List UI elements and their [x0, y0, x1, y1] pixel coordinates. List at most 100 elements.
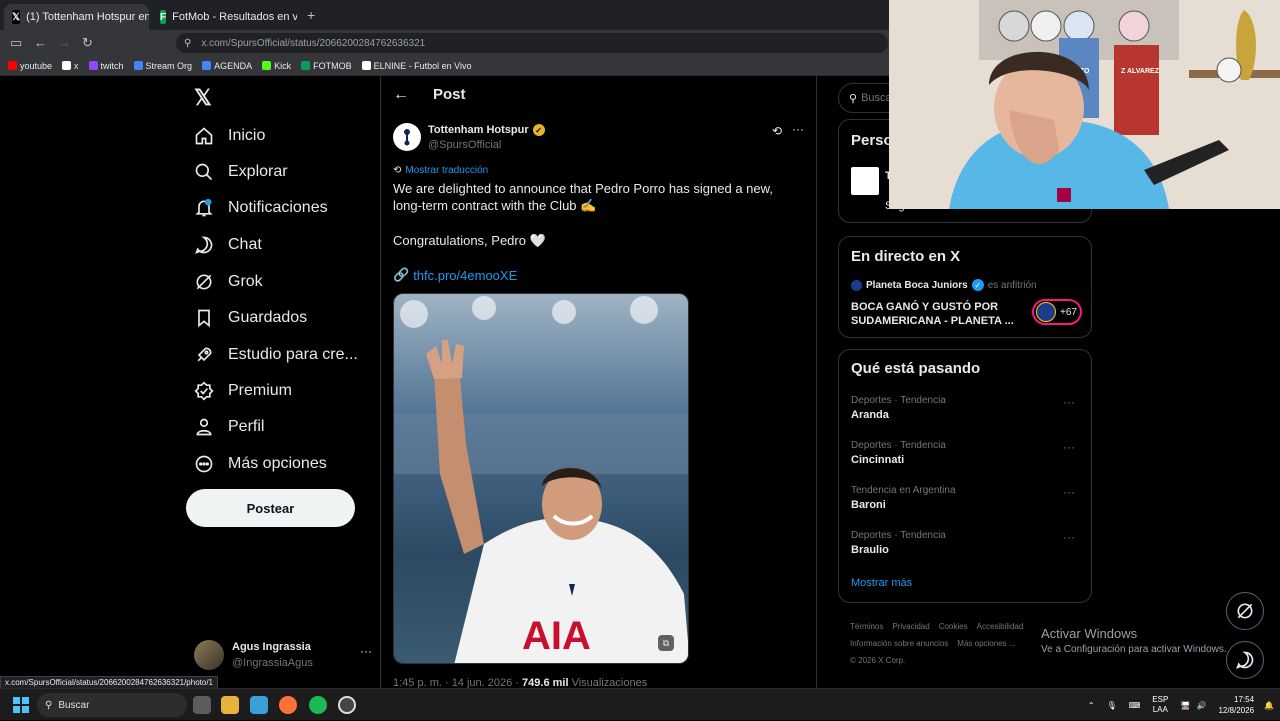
notepad-icon[interactable] [250, 696, 268, 714]
suggestion-avatar[interactable] [851, 167, 879, 195]
bookmark-x[interactable]: x [62, 61, 79, 71]
site-info-icon[interactable]: ⚲ [184, 38, 191, 49]
new-tab-button[interactable]: + [307, 7, 315, 23]
forward-icon[interactable]: → [58, 35, 71, 50]
grok-icon: ⟲ [393, 165, 402, 176]
microphone-icon[interactable]: 🎙 [1107, 701, 1117, 710]
back-arrow-icon[interactable]: ← [393, 86, 409, 104]
sidebar-item-estudio[interactable]: Estudio para cre... [194, 341, 358, 369]
more-icon[interactable]: ··· [1063, 440, 1075, 454]
bookmark-agenda[interactable]: AGENDA [202, 61, 252, 71]
trend-item[interactable]: Deportes · Tendencia Cincinnati ··· [851, 440, 1081, 474]
post-button[interactable]: Postear [186, 489, 355, 527]
windows-start-icon[interactable] [13, 697, 29, 713]
sidebar-item-notificaciones[interactable]: Notificaciones [194, 194, 328, 222]
x-logo-icon[interactable]: 𝕏 [194, 85, 212, 111]
author-avatar[interactable] [393, 123, 421, 151]
footer-link[interactable]: Términos [850, 622, 883, 631]
firefox-icon[interactable] [279, 696, 297, 714]
back-icon[interactable]: ← [34, 35, 47, 50]
more-circle-icon [195, 455, 213, 473]
host-name: Planeta Boca Juniors [866, 279, 968, 291]
obs-icon[interactable] [338, 696, 356, 714]
fotmob-icon [301, 61, 311, 70]
sidebar-item-guardados[interactable]: Guardados [194, 304, 307, 332]
footer-link[interactable]: Accesibilidad [977, 622, 1024, 631]
footer-link[interactable]: Cookies [939, 622, 968, 631]
notifications-icon[interactable]: 🔔 [1264, 701, 1274, 710]
sidebar-item-chat[interactable]: Chat [194, 231, 262, 259]
bookmark-elnine[interactable]: ELNINE - Futbol en Vivo [361, 61, 471, 71]
post-photo[interactable]: AIA ⧉ [393, 293, 689, 664]
sidebar-item-inicio[interactable]: Inicio [194, 122, 265, 150]
home-icon [195, 127, 213, 145]
chat-icon [1236, 651, 1254, 669]
author-name: Tottenham Hotspur [428, 124, 529, 136]
verified-badge-icon: ✓ [532, 124, 545, 136]
kick-icon [262, 61, 272, 70]
poster-text: Z ALVAREZ [1121, 68, 1160, 75]
taskbar-search[interactable]: ⚲ Buscar [37, 693, 187, 717]
footer-link[interactable]: Información sobre anuncios [850, 639, 948, 648]
bookmark-youtube[interactable]: youtube [8, 61, 52, 71]
bookmark-fotmob[interactable]: FOTMOB [301, 61, 352, 71]
network-icon[interactable]: 🖥 [1180, 701, 1190, 710]
grok-float-button[interactable] [1226, 592, 1264, 630]
author-handle[interactable]: @SpursOfficial [428, 139, 501, 151]
show-more-link[interactable]: Mostrar más [851, 577, 912, 589]
bell-icon [195, 198, 213, 217]
spotify-icon[interactable] [309, 696, 327, 714]
reload-icon[interactable]: ↻ [82, 35, 93, 51]
more-icon[interactable]: ··· [360, 644, 372, 658]
task-view-icon[interactable] [193, 696, 211, 714]
live-stream-title[interactable]: BOCA GANÓ Y GUSTÓ POR SUDAMERICANA - PLA… [851, 300, 1021, 328]
trend-item[interactable]: Tendencia en Argentina Baroni ··· [851, 485, 1081, 519]
clock[interactable]: 17:54 12/8/2026 [1218, 694, 1254, 716]
sidebar-item-premium[interactable]: Premium [194, 377, 292, 405]
more-icon[interactable]: ··· [792, 122, 804, 136]
file-explorer-icon[interactable] [221, 696, 239, 714]
trend-item[interactable]: Deportes · Tendencia Aranda ··· [851, 395, 1081, 429]
sidebar-item-mas-opciones[interactable]: Más opciones [194, 450, 327, 478]
webcam-overlay: ENZO Z ALVAREZ [889, 0, 1280, 209]
trend-item[interactable]: Deportes · Tendencia Braulio ··· [851, 530, 1081, 564]
messages-float-button[interactable] [1226, 641, 1264, 679]
browser-tab[interactable]: F FotMob - Resultados en vivo de ✕ [152, 4, 297, 30]
live-card: En directo en X Planeta Boca Juniors ✓ e… [838, 236, 1092, 338]
listener-avatar [1036, 302, 1056, 322]
account-switcher[interactable]: Agus Ingrassia @IngrassiaAgus ··· [194, 636, 372, 672]
keyboard-icon[interactable]: ⌨ [1129, 701, 1141, 710]
post-link[interactable]: 🔗 thfc.pro/4emooXE [393, 267, 517, 283]
chevron-up-icon[interactable]: ⌃ [1088, 701, 1095, 710]
url-text: x.com/SpursOfficial/status/2066200284762… [201, 37, 426, 49]
grok-icon[interactable]: ⟲ [772, 124, 782, 138]
live-listeners-badge[interactable]: +67 [1032, 299, 1082, 325]
tab-title: (1) Tottenham Hotspur en X: "W [26, 11, 149, 23]
language-indicator[interactable]: ESP LAA [1152, 695, 1168, 715]
more-icon[interactable]: ··· [1063, 395, 1075, 409]
x-logo-icon [62, 61, 72, 70]
sidebar-item-grok[interactable]: Grok [194, 268, 263, 296]
sidebar-item-explorar[interactable]: Explorar [194, 158, 288, 186]
sidebar-nav: 𝕏 Inicio Explorar Notificaciones Chat Gr… [186, 76, 380, 688]
live-host[interactable]: Planeta Boca Juniors ✓ es anfitrión [851, 279, 1037, 291]
card-title: Qué está pasando [851, 360, 981, 377]
bookmark-twitch[interactable]: twitch [88, 61, 124, 71]
bookmark-stream-org[interactable]: Stream Org [133, 61, 192, 71]
search-icon: ⚲ [849, 92, 858, 105]
author-name-link[interactable]: Tottenham Hotspur ✓ [428, 124, 545, 136]
footer-link[interactable]: Más opciones ... [957, 639, 1015, 648]
webcam-feed: ENZO Z ALVAREZ [889, 0, 1280, 209]
bookmark-kick[interactable]: Kick [262, 61, 291, 71]
sidebar-item-perfil[interactable]: Perfil [194, 413, 264, 441]
footer-link[interactable]: Privacidad [892, 622, 929, 631]
volume-icon[interactable]: 🔊 [1196, 701, 1206, 710]
youtube-icon [8, 61, 17, 70]
browser-tab-active[interactable]: 𝕏 (1) Tottenham Hotspur en X: "W ✕ [4, 4, 149, 30]
translate-link[interactable]: ⟲ Mostrar traducción [393, 165, 488, 176]
sidebar-toggle-icon[interactable]: ▭ [10, 35, 22, 51]
address-bar[interactable]: ⚲ x.com/SpursOfficial/status/20662002847… [176, 33, 888, 53]
more-icon[interactable]: ··· [1063, 485, 1075, 499]
image-menu-icon[interactable]: ⧉ [658, 635, 674, 651]
more-icon[interactable]: ··· [1063, 530, 1075, 544]
